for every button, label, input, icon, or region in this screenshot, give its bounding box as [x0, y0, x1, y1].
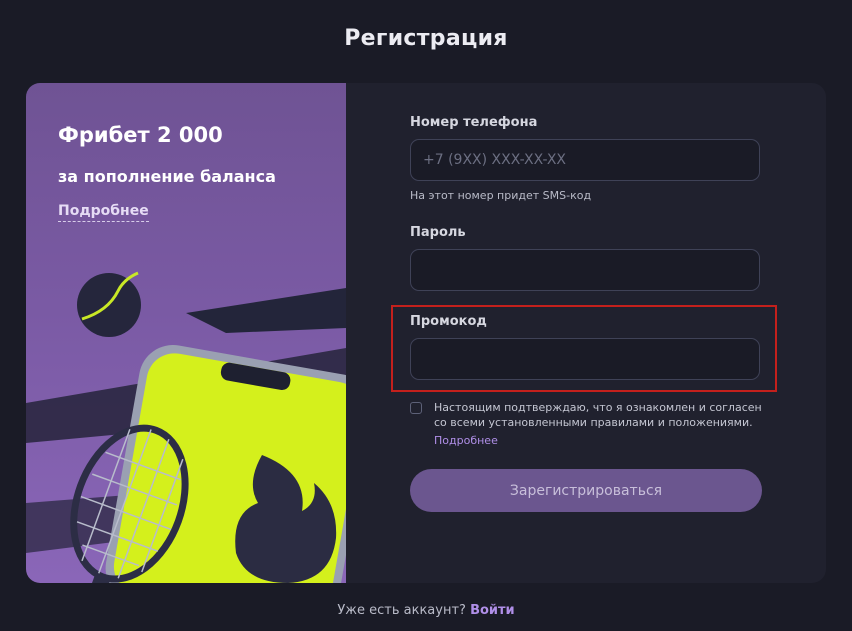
- footer: Уже есть аккаунт? Войти: [0, 603, 852, 618]
- consent-line-1: Настоящим подтверждаю, что я ознакомлен …: [434, 401, 762, 414]
- consent-text: Настоящим подтверждаю, что я ознакомлен …: [434, 400, 762, 430]
- tennis-ball-icon: [77, 271, 141, 337]
- password-label: Пароль: [410, 225, 466, 240]
- promo-title: Фрибет 2 000: [58, 123, 223, 147]
- dark-stripe-top: [186, 288, 346, 333]
- promo-more-link[interactable]: Подробнее: [58, 203, 149, 222]
- footer-question: Уже есть аккаунт?: [337, 603, 466, 618]
- registration-card: Фрибет 2 000 за пополнение баланса Подро…: [26, 83, 826, 583]
- phone-label: Номер телефона: [410, 115, 538, 130]
- consent-line-2: со всеми установленными правилами и поло…: [434, 416, 753, 429]
- phone-hint: На этот номер придет SMS-код: [410, 189, 592, 202]
- promo-banner: Фрибет 2 000 за пополнение баланса Подро…: [26, 83, 346, 583]
- promo-subtitle: за пополнение баланса: [58, 167, 276, 186]
- checkbox-empty-icon[interactable]: [410, 402, 422, 414]
- password-input[interactable]: [410, 249, 760, 291]
- promo-illustration: [26, 271, 346, 583]
- promocode-input[interactable]: [410, 338, 760, 380]
- consent-more-link[interactable]: Подробнее: [434, 434, 498, 447]
- promocode-label: Промокод: [410, 314, 487, 329]
- register-button[interactable]: Зарегистрироваться: [410, 469, 762, 512]
- login-link[interactable]: Войти: [470, 603, 515, 618]
- page-title: Регистрация: [344, 26, 508, 51]
- phone-input[interactable]: [410, 139, 760, 181]
